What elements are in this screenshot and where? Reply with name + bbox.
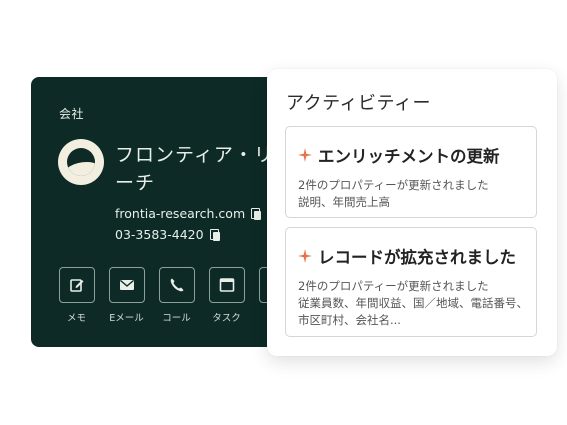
company-phone-row: 03-3583-4420 <box>115 227 220 242</box>
call-action[interactable]: コール <box>158 267 195 324</box>
note-button[interactable] <box>58 267 95 303</box>
email-action[interactable]: Eメール <box>108 267 145 324</box>
note-action[interactable]: メモ <box>58 267 95 324</box>
activity-item-detail: 説明、年間売上高 <box>298 195 390 209</box>
activity-title: アクティビティー <box>286 93 431 114</box>
activity-item-record-enriched[interactable]: レコードが拡充されました 2件のプロパティーが更新されました 従業員数、年間収益… <box>285 227 537 337</box>
activity-item-header: エンリッチメントの更新 <box>298 143 500 167</box>
copy-icon[interactable] <box>209 228 220 241</box>
activity-item-subtitle: 2件のプロパティーが更新されました <box>298 178 489 192</box>
task-action[interactable]: タスク <box>208 267 245 324</box>
company-url-row: frontia-research.com <box>115 206 262 221</box>
company-logo <box>58 139 104 185</box>
company-card: 会社 フロンティア・リサーチ frontia-research.com 03-3… <box>31 77 301 347</box>
activity-item-title: レコードが拡充されました <box>318 248 516 267</box>
activity-item-detail: 従業員数、年間収益、国／地域、電話番号、市区町村、会社名... <box>298 296 528 327</box>
company-phone[interactable]: 03-3583-4420 <box>115 227 204 242</box>
email-action-label: Eメール <box>109 313 144 324</box>
task-action-label: タスク <box>212 313 241 324</box>
edit-note-icon <box>69 279 83 292</box>
activity-item-enrichment-update[interactable]: エンリッチメントの更新 2件のプロパティーが更新されました 説明、年間売上高 <box>285 126 537 218</box>
copy-icon[interactable] <box>251 207 262 220</box>
call-button[interactable] <box>158 267 195 303</box>
email-button[interactable] <box>108 267 145 303</box>
email-icon <box>119 279 134 290</box>
call-action-label: コール <box>162 313 191 324</box>
task-icon <box>219 278 234 292</box>
company-url[interactable]: frontia-research.com <box>115 206 245 221</box>
action-bar: メモ Eメール コール タスク <box>58 267 295 324</box>
activity-panel: アクティビティー エンリッチメントの更新 2件のプロパティーが更新されました 説… <box>267 69 557 356</box>
note-action-label: メモ <box>66 313 86 324</box>
phone-icon <box>170 278 183 292</box>
sparkle-icon <box>298 148 312 162</box>
activity-item-header: レコードが拡充されました <box>298 244 516 268</box>
activity-item-title: エンリッチメントの更新 <box>318 147 500 166</box>
activity-item-subtitle: 2件のプロパティーが更新されました <box>298 279 489 293</box>
sparkle-icon <box>298 249 312 263</box>
company-section-label: 会社 <box>59 107 85 121</box>
task-button[interactable] <box>208 267 245 303</box>
